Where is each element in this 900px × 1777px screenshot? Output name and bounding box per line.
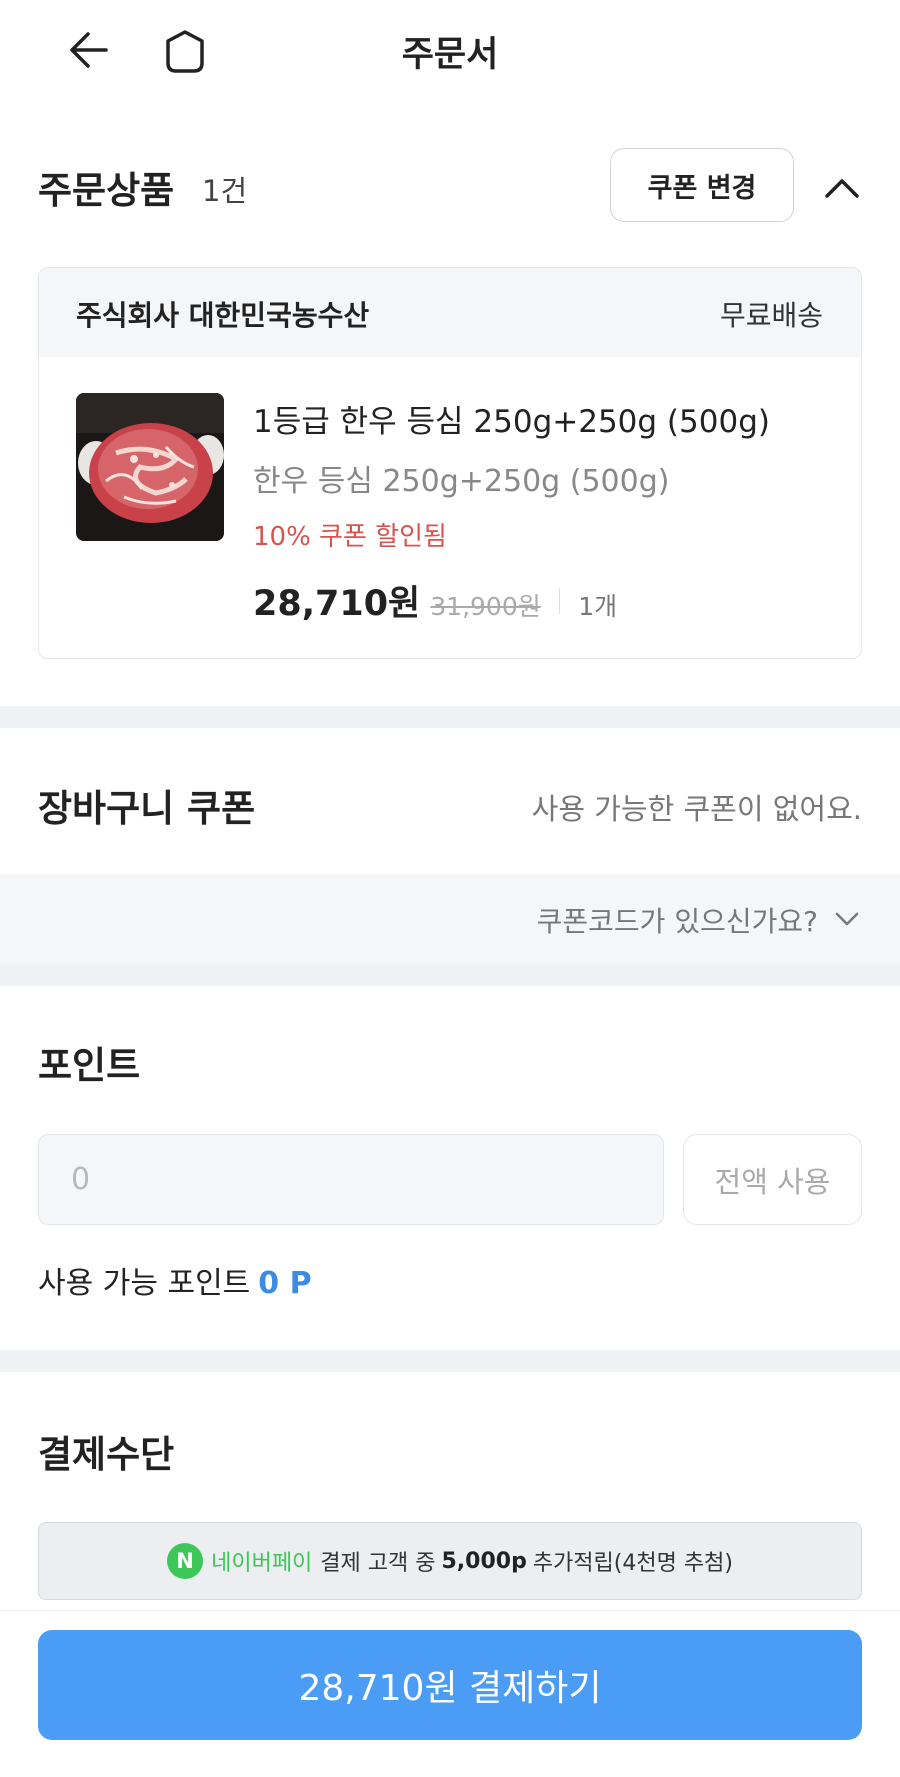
coupon-change-button[interactable]: 쿠폰 변경 <box>610 148 794 222</box>
product-option: 한우 등심 250g+250g (500g) <box>253 464 670 499</box>
section-divider <box>0 706 900 728</box>
original-price: 31,900원 <box>430 592 541 621</box>
divider <box>558 587 561 614</box>
naverpay-logo-icon: N <box>167 1543 204 1579</box>
cart-coupon-message: 사용 가능한 쿠폰이 없어요. <box>531 792 862 826</box>
cart-coupon-section: 장바구니 쿠폰 사용 가능한 쿠폰이 없어요. <box>0 728 900 873</box>
price-row: 28,710원 31,900원 1개 <box>253 575 617 626</box>
product-price: 28,710원 <box>253 584 421 624</box>
product-quantity: 1개 <box>578 592 618 621</box>
product-name[interactable]: 1등급 한우 등심 250g+250g (500g) <box>253 396 770 441</box>
naverpay-name: 네이버페이 <box>211 1551 313 1576</box>
order-items-count: 1건 <box>202 174 248 208</box>
chevron-down-icon <box>832 904 862 934</box>
shipping-info: 무료배송 <box>719 299 823 332</box>
section-divider <box>0 1350 900 1372</box>
coupon-discount-note: 10% 쿠폰 할인됨 <box>253 522 447 552</box>
cart-coupon-title: 장바구니 쿠폰 <box>38 787 256 830</box>
top-bar: 주문서 <box>0 0 900 100</box>
promo-text-post: 추가적립(4천명 추첨) <box>532 1551 733 1576</box>
product-image[interactable] <box>76 393 224 541</box>
chevron-up-icon <box>825 179 859 198</box>
promo-text-pre: 결제 고객 중 <box>320 1551 436 1576</box>
order-items-header: 주문상품 1건 쿠폰 변경 <box>38 148 862 230</box>
available-points-value: 0 P <box>258 1266 312 1301</box>
points-input[interactable] <box>38 1134 664 1225</box>
coupon-code-toggle[interactable]: 쿠폰코드가 있으신가요? <box>0 874 900 964</box>
promo-bonus: 5,000p <box>441 1548 527 1574</box>
order-items-title: 주문상품 <box>38 169 175 212</box>
pay-button[interactable]: 28,710원 결제하기 <box>38 1630 862 1740</box>
points-title: 포인트 <box>38 1044 141 1087</box>
coupon-code-prompt: 쿠폰코드가 있으신가요? <box>536 905 818 938</box>
collapse-button[interactable] <box>818 164 866 212</box>
section-divider <box>0 964 900 986</box>
product-card: 주식회사 대한민국농수산 무료배송 1등급 한우 등심 250g+250g (5… <box>38 267 862 659</box>
naverpay-promo-banner[interactable]: N 네이버페이 결제 고객 중 5,000p 추가적립(4천명 추첨) <box>38 1522 862 1600</box>
seller-row: 주식회사 대한민국농수산 무료배송 <box>39 268 861 357</box>
use-all-points-button[interactable]: 전액 사용 <box>683 1134 862 1225</box>
available-points-label: 사용 가능 포인트 <box>38 1266 251 1301</box>
seller-name: 주식회사 대한민국농수산 <box>76 299 370 332</box>
payment-method-title: 결제수단 <box>38 1433 175 1476</box>
available-points: 사용 가능 포인트 0 P <box>38 1258 312 1302</box>
page-title: 주문서 <box>401 35 499 75</box>
